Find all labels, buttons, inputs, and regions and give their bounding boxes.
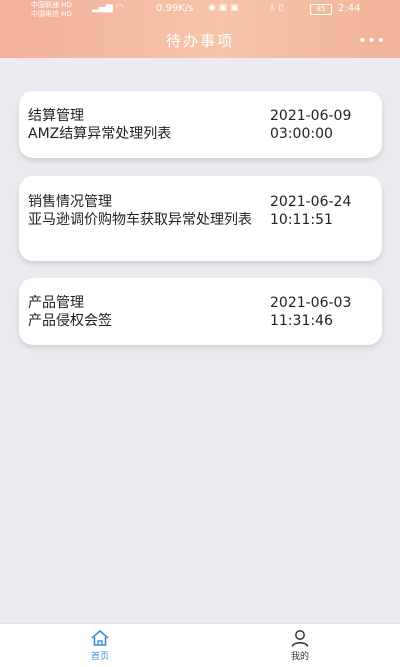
app-notification-icon: ◉: [208, 3, 216, 13]
todo-date: 2021-06-24: [270, 194, 352, 210]
todo-category: 销售情况管理: [28, 194, 112, 210]
home-icon: [70, 629, 130, 647]
carrier2-badge: HD: [61, 10, 72, 18]
nav-home[interactable]: 首页: [70, 629, 130, 662]
carrier1-name: 中国联通: [31, 1, 59, 9]
net-speed: 0.99K/s: [156, 3, 194, 14]
todo-time: 10:11:51: [270, 212, 333, 228]
nav-mine[interactable]: 我的: [270, 629, 330, 662]
carrier1-badge: HD: [61, 1, 72, 9]
todo-description: 产品侵权会签: [28, 313, 112, 329]
app-header: 中国联通 HD 中国电信 HD ▂▄▆ ◠ 0.99K/s ◉ ▣ ▣ ᛒ ▯ …: [0, 0, 400, 58]
battery-icon: 85: [310, 4, 332, 15]
user-icon: [270, 629, 330, 647]
nav-home-label: 首页: [90, 652, 109, 662]
status-bar: 中国联通 HD 中国电信 HD ▂▄▆ ◠ 0.99K/s ◉ ▣ ▣ ᛒ ▯ …: [0, 0, 400, 18]
todo-card[interactable]: 销售情况管理 亚马逊调价购物车获取异常处理列表 2021-06-24 10:11…: [19, 176, 382, 261]
carrier2-name: 中国电信: [31, 10, 59, 18]
vibrate-icon: ▯: [278, 3, 284, 13]
todo-time: 11:31:46: [270, 313, 333, 329]
todo-card[interactable]: 结算管理 AMZ结算异常处理列表 2021-06-09 03:00:00: [19, 91, 382, 158]
signal-icons: ▂▄▆ ◠: [92, 3, 124, 13]
notification-icons: ◉ ▣ ▣: [208, 3, 239, 13]
todo-date: 2021-06-09: [270, 108, 352, 124]
todo-description: 亚马逊调价购物车获取异常处理列表: [28, 212, 252, 228]
signal-icon: ▂▄▆: [92, 3, 113, 13]
todo-card[interactable]: 产品管理 产品侵权会签 2021-06-03 11:31:46: [19, 278, 382, 345]
more-icon[interactable]: •••: [358, 33, 386, 49]
todo-description: AMZ结算异常处理列表: [28, 126, 172, 142]
app-notification-icon: ▣: [218, 3, 228, 13]
app-notification-icon: ▣: [230, 3, 239, 13]
nav-mine-label: 我的: [290, 652, 309, 662]
bluetooth-icon: ᛒ: [270, 3, 276, 13]
system-icons: ᛒ ▯: [270, 3, 283, 13]
page-title: 待办事项: [165, 32, 234, 50]
bottom-nav: 首页 我的: [0, 623, 400, 667]
wifi-icon: ◠: [115, 3, 124, 13]
todo-category: 产品管理: [28, 295, 84, 311]
todo-date: 2021-06-03: [270, 295, 352, 311]
todo-time: 03:00:00: [270, 126, 333, 142]
status-time: 2:44: [338, 3, 361, 14]
todo-category: 结算管理: [28, 108, 84, 124]
